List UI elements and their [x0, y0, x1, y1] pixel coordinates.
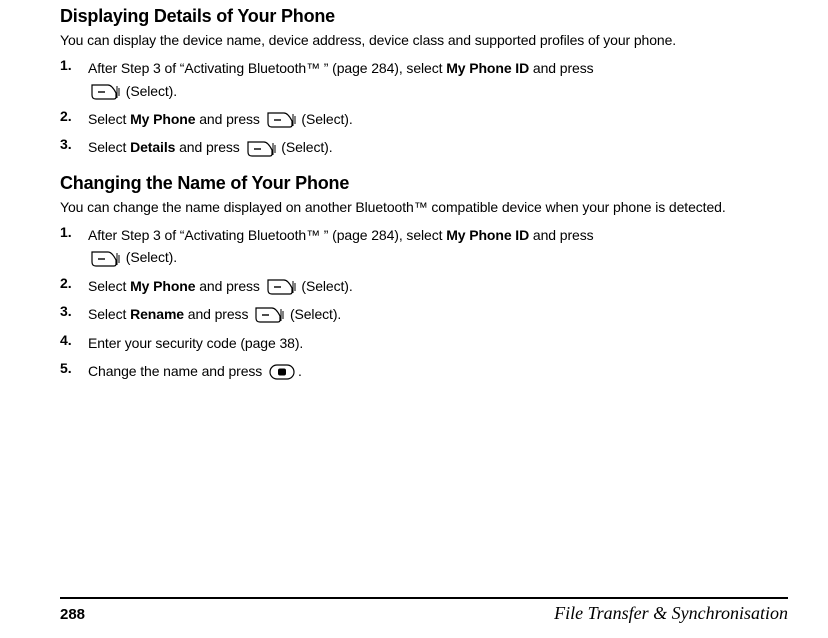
- step-text: Select My Phone and press (Select).: [88, 108, 353, 130]
- step-text: After Step 3 of “Activating Bluetooth™ ”…: [88, 224, 594, 269]
- step-number: 1.: [60, 57, 88, 73]
- step-item: 1. After Step 3 of “Activating Bluetooth…: [60, 224, 758, 269]
- softkey-icon: [90, 83, 120, 101]
- softkey-icon: [246, 140, 276, 158]
- intro-change-name: You can change the name displayed on ano…: [60, 198, 758, 216]
- step-text: After Step 3 of “Activating Bluetooth™ ”…: [88, 57, 594, 102]
- softkey-icon: [90, 250, 120, 268]
- step-item: 3. Select Details and press (Select).: [60, 136, 758, 158]
- step-item: 3. Select Rename and press (Select).: [60, 303, 758, 325]
- step-number: 3.: [60, 303, 88, 319]
- intro-display-details: You can display the device name, device …: [60, 31, 758, 49]
- step-item: 2. Select My Phone and press (Select).: [60, 275, 758, 297]
- step-number: 2.: [60, 275, 88, 291]
- step-item: 4. Enter your security code (page 38).: [60, 332, 758, 354]
- step-text: Enter your security code (page 38).: [88, 332, 303, 354]
- step-text: Select My Phone and press (Select).: [88, 275, 353, 297]
- steps-display-details: 1. After Step 3 of “Activating Bluetooth…: [60, 57, 758, 159]
- softkey-icon: [266, 111, 296, 129]
- section-display-details: Displaying Details of Your Phone You can…: [60, 6, 758, 159]
- page-content: Displaying Details of Your Phone You can…: [0, 0, 828, 382]
- step-item: 2. Select My Phone and press (Select).: [60, 108, 758, 130]
- page-footer: 288 File Transfer & Synchronisation: [60, 597, 788, 624]
- steps-change-name: 1. After Step 3 of “Activating Bluetooth…: [60, 224, 758, 382]
- step-number: 1.: [60, 224, 88, 240]
- page-number: 288: [60, 606, 85, 623]
- step-number: 3.: [60, 136, 88, 152]
- section-change-name: Changing the Name of Your Phone You can …: [60, 173, 758, 383]
- heading-display-details: Displaying Details of Your Phone: [60, 6, 758, 27]
- step-number: 5.: [60, 360, 88, 376]
- step-item: 1. After Step 3 of “Activating Bluetooth…: [60, 57, 758, 102]
- footer-section-title: File Transfer & Synchronisation: [554, 603, 788, 624]
- softkey-icon: [254, 306, 284, 324]
- step-text: Change the name and press .: [88, 360, 302, 382]
- heading-change-name: Changing the Name of Your Phone: [60, 173, 758, 194]
- step-number: 2.: [60, 108, 88, 124]
- softkey-icon: [266, 278, 296, 296]
- step-text: Select Rename and press (Select).: [88, 303, 341, 325]
- step-number: 4.: [60, 332, 88, 348]
- step-text: Select Details and press (Select).: [88, 136, 333, 158]
- ok-key-icon: [268, 363, 296, 381]
- step-item: 5. Change the name and press .: [60, 360, 758, 382]
